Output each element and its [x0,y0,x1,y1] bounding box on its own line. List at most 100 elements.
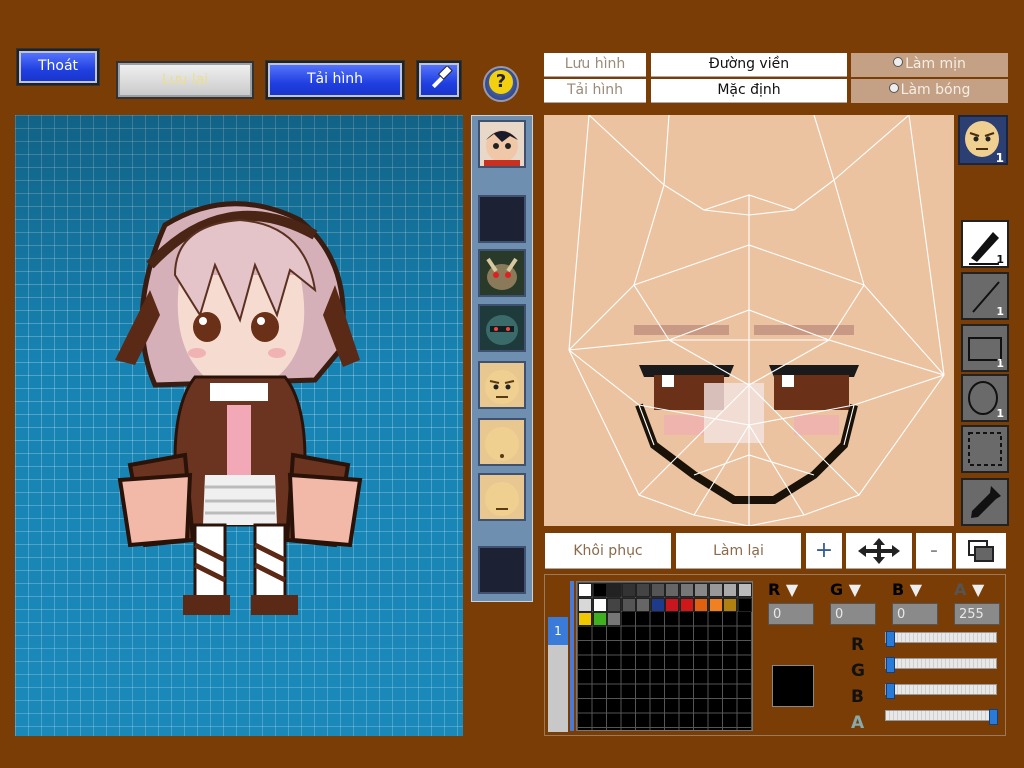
palette-swatch[interactable] [650,583,665,597]
default-button[interactable]: Mặc định [651,79,847,103]
face-preset-strip [471,115,533,602]
face-thumbnail-icon [485,370,519,404]
save-image-button[interactable]: Lưu hình [544,53,646,77]
color-palette-grid[interactable] [576,581,753,731]
help-icon: ? [489,70,513,94]
face-preset-empty-1[interactable] [478,195,526,243]
palette-swatch[interactable] [578,612,592,626]
line-tool[interactable]: 1 [961,272,1009,320]
character-model [115,201,363,615]
load-image-button[interactable]: Tải hình [544,79,646,103]
palette-swatch[interactable] [650,597,665,612]
chevron-down-icon: ▼ [971,580,985,599]
layer-button[interactable] [956,533,1006,569]
palette-swatch[interactable] [737,583,752,597]
restore-button[interactable]: Khôi phục [545,533,671,569]
load-button[interactable]: Tải hình [266,61,404,99]
zoom-out-button[interactable]: - [916,533,952,569]
palette-swatch[interactable] [592,597,607,612]
face-thumbnail-icon [485,427,519,461]
blue-slider-label: B [851,687,864,707]
palette-swatch[interactable] [665,583,679,597]
palette-swatch[interactable] [607,597,621,612]
palette-swatch[interactable] [694,583,708,597]
help-button[interactable]: ? [483,66,519,102]
palette-scroll-bar[interactable] [570,581,574,731]
blue-slider-handle[interactable] [886,683,895,699]
green-channel-label: G [830,580,844,599]
radio-icon [893,57,904,67]
green-value-field[interactable]: 0 [830,603,876,625]
outline-button[interactable]: Đường viền [651,53,847,77]
dashed-select-icon [968,432,1002,466]
alpha-value-field[interactable]: 255 [954,603,1000,625]
face-preset-6[interactable] [478,473,526,521]
palette-swatch[interactable] [592,612,607,626]
palette-swatch[interactable] [723,583,737,597]
face-preset-1[interactable] [478,120,526,168]
palette-swatch[interactable] [578,583,592,597]
hammer-button[interactable] [417,61,461,99]
ellipse-tool[interactable]: 1 [961,374,1009,422]
character-preview[interactable] [15,115,463,736]
blue-slider[interactable] [885,683,997,699]
face-thumbnail-icon [484,130,520,166]
texture-editor-canvas[interactable] [544,115,954,526]
eyedropper-icon [971,486,1001,518]
alpha-slider-handle[interactable] [989,709,998,725]
palette-swatch[interactable] [679,597,694,612]
blue-channel-dropdown[interactable]: B ▼ [892,580,928,600]
palette-swatch[interactable] [737,597,752,612]
alpha-slider[interactable] [885,709,998,725]
shade-radio[interactable]: Làm bóng [851,79,1008,103]
palette-swatch[interactable] [621,583,636,597]
save-button[interactable]: Lưu lại [116,61,254,99]
move-button[interactable] [846,533,912,569]
red-slider-handle[interactable] [886,631,895,647]
eyedropper-tool[interactable] [961,478,1009,526]
palette-swatch[interactable] [708,583,723,597]
face-preset-3[interactable] [478,304,526,352]
palette-swatch[interactable] [694,597,708,612]
palette-swatch[interactable] [679,583,694,597]
palette-swatch[interactable] [592,583,607,597]
zoom-in-button[interactable]: + [806,533,842,569]
smooth-radio[interactable]: Làm mịn [851,53,1008,77]
redo-button[interactable]: Làm lại [676,533,801,569]
palette-swatch[interactable] [607,612,621,626]
palette-swatch[interactable] [708,597,723,612]
green-slider[interactable] [885,657,997,673]
face-preset-4[interactable] [478,361,526,409]
face-texture [568,115,945,526]
face-preset-empty-2[interactable] [478,546,526,594]
palette-swatch[interactable] [578,597,592,612]
palette-swatch[interactable] [636,583,650,597]
green-slider-handle[interactable] [886,657,895,673]
palette-swatch[interactable] [621,597,636,612]
radio-icon [888,83,899,93]
exit-button[interactable]: Thoát [17,49,99,85]
red-slider-label: R [851,635,865,655]
face-preset-5[interactable] [478,418,526,466]
palette-swatch[interactable] [636,597,650,612]
chevron-down-icon: ▼ [848,580,862,599]
red-channel-label: R [768,580,781,599]
face-thumbnail-icon [486,315,518,345]
palette-swatch[interactable] [665,597,679,612]
red-value-field[interactable]: 0 [768,603,814,625]
green-channel-dropdown[interactable]: G ▼ [830,580,866,600]
face-preset-2[interactable] [478,249,526,297]
red-slider[interactable] [885,631,997,647]
blue-value-field[interactable]: 0 [892,603,938,625]
rect-tool[interactable]: 1 [961,324,1009,372]
palette-tab-1[interactable]: 1 [548,617,568,645]
alpha-channel-dropdown[interactable]: A ▼ [954,580,990,600]
red-channel-dropdown[interactable]: R ▼ [768,580,804,600]
alpha-channel-label: A [954,580,967,599]
face-preview-thumb[interactable]: 1 [958,115,1008,165]
pen-tool[interactable]: 1 [961,220,1009,268]
palette-swatch[interactable] [607,583,621,597]
move-arrows-icon [858,538,900,564]
select-tool[interactable] [961,425,1009,473]
palette-swatch[interactable] [723,597,737,612]
